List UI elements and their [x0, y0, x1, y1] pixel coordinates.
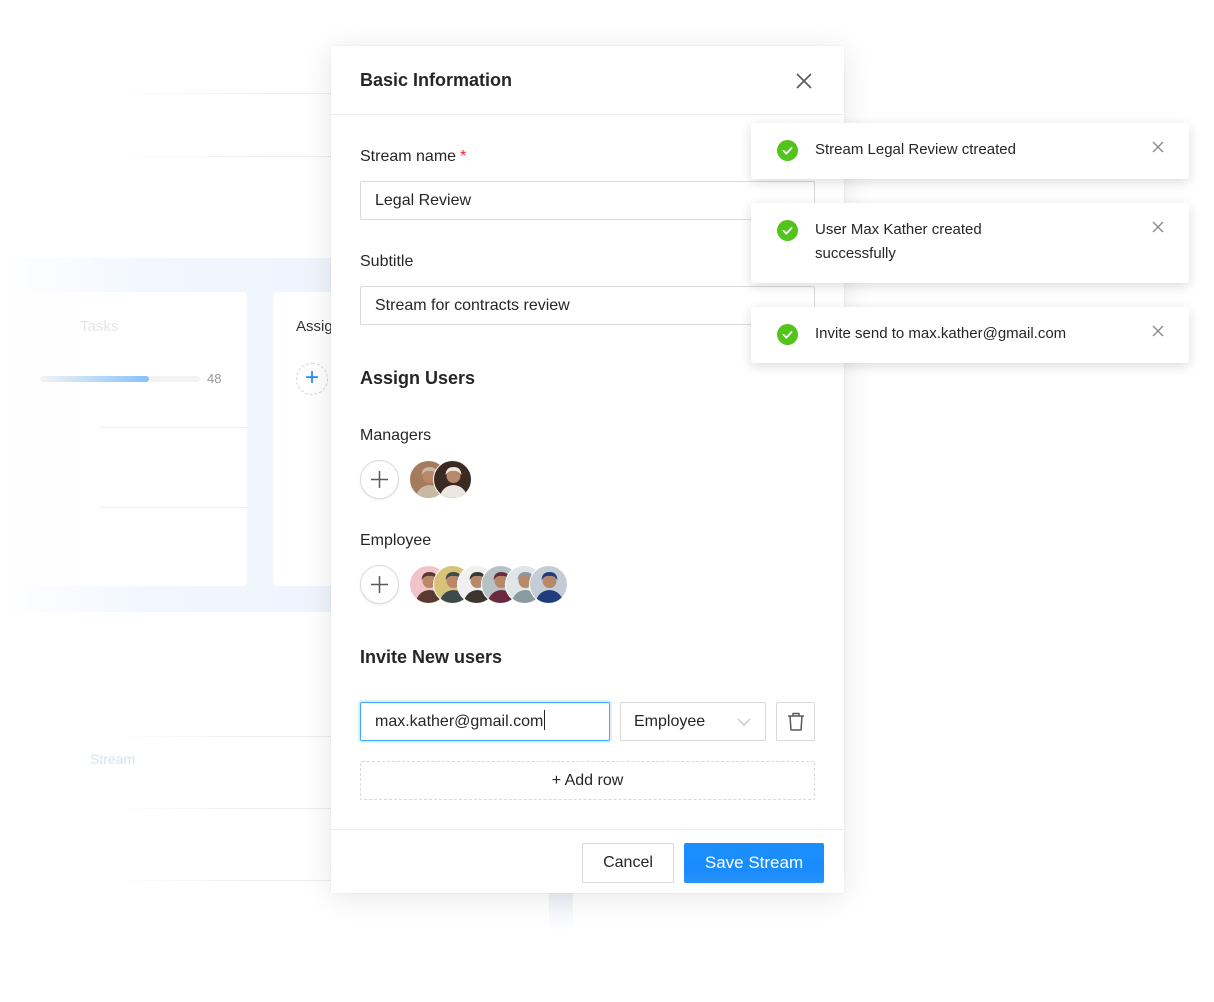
stream-name-label-text: Stream name	[360, 148, 457, 165]
employee-label: Employee	[360, 532, 432, 549]
plus-icon	[371, 471, 388, 488]
background-add-button[interactable]: +	[296, 363, 328, 395]
background-stream-link[interactable]: Stream	[90, 751, 135, 767]
plus-icon	[371, 576, 388, 593]
employee-avatar-6[interactable]	[529, 565, 568, 604]
close-icon[interactable]	[1151, 140, 1165, 154]
modal-footer: Cancel Save Stream	[331, 829, 844, 893]
background-shade	[549, 893, 573, 933]
stream-name-input[interactable]: Legal Review	[360, 181, 815, 220]
invite-role-select[interactable]: Employee	[620, 702, 766, 741]
background-divider	[110, 156, 332, 157]
close-icon	[796, 73, 812, 89]
avatar-photo	[535, 572, 564, 603]
manager-avatar-2[interactable]	[433, 460, 472, 499]
background-progress-value: 48	[207, 371, 222, 386]
cancel-button[interactable]: Cancel	[582, 843, 674, 883]
modal-close-button[interactable]	[793, 70, 815, 92]
add-employee-button[interactable]	[360, 565, 399, 604]
trash-icon	[788, 712, 804, 731]
required-mark: *	[460, 148, 467, 165]
background-tasks-card	[0, 292, 247, 586]
save-stream-button[interactable]: Save Stream	[684, 843, 824, 883]
background-progress-fill	[40, 376, 149, 382]
invite-email-input[interactable]: max.kather@gmail.com	[360, 702, 610, 741]
background-divider	[110, 880, 332, 881]
subtitle-label: Subtitle	[360, 253, 414, 270]
chevron-down-icon	[737, 718, 751, 726]
success-check-icon	[777, 220, 798, 241]
background-divider	[110, 93, 332, 94]
close-icon[interactable]	[1151, 220, 1165, 234]
background-tasks-title: Tasks	[80, 318, 119, 335]
notification-message: Stream Legal Review ctreated	[815, 141, 1016, 158]
delete-row-button[interactable]	[776, 702, 815, 741]
background-card-divider	[100, 427, 247, 428]
add-manager-button[interactable]	[360, 460, 399, 499]
invite-email-value: max.kather@gmail.com	[375, 713, 544, 730]
notification-message: Invite send to max.kather@gmail.com	[815, 325, 1067, 342]
avatar-photo	[439, 467, 468, 498]
notification: Invite send to max.kather@gmail.com	[751, 307, 1189, 363]
managers-label: Managers	[360, 427, 432, 444]
background-divider	[110, 736, 332, 737]
invite-new-users-title: Invite New users	[360, 647, 503, 667]
subtitle-input[interactable]: Stream for contracts review	[360, 286, 815, 325]
background-card-divider	[100, 507, 247, 508]
notification: Stream Legal Review ctreated	[751, 123, 1189, 179]
background-divider	[110, 808, 332, 809]
background-progress-bar	[40, 376, 200, 382]
stream-name-label: Stream name *	[360, 148, 466, 166]
invite-role-value: Employee	[634, 713, 706, 730]
modal-header: Basic Information	[331, 46, 844, 115]
employees-avatar-group	[409, 565, 568, 604]
add-row-button[interactable]: + Add row	[360, 761, 815, 800]
modal-title: Basic Information	[360, 70, 513, 90]
notification-message: User Max Kather created successfully	[815, 221, 982, 262]
managers-avatar-group	[409, 460, 472, 499]
success-check-icon	[777, 324, 798, 345]
success-check-icon	[777, 140, 798, 161]
text-cursor	[544, 710, 546, 731]
plus-icon: +	[304, 364, 319, 391]
close-icon[interactable]	[1151, 324, 1165, 338]
assign-users-title: Assign Users	[360, 368, 476, 388]
notification: User Max Kather created successfully	[751, 203, 1189, 283]
